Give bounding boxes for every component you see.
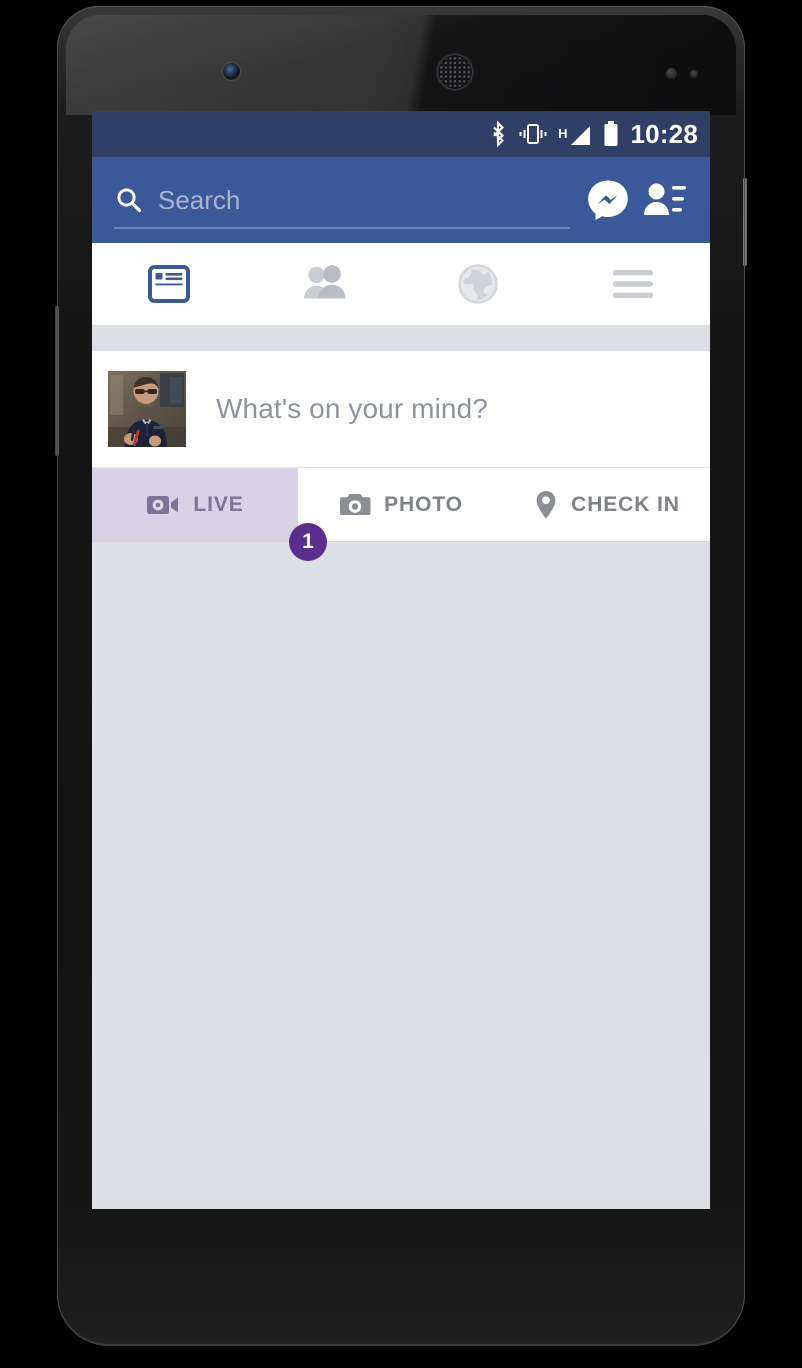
speaker-mesh xyxy=(439,56,471,88)
search-input[interactable] xyxy=(158,180,564,220)
sidebar-item-menu[interactable] xyxy=(556,243,711,325)
search-bar[interactable] xyxy=(114,171,570,229)
status-composer[interactable]: What's on your mind? xyxy=(92,351,710,468)
annotation-badge: 1 xyxy=(289,523,327,561)
check-in-button-label: CHECK IN xyxy=(571,492,680,516)
phone-top-glass-panel xyxy=(66,15,736,115)
photo-button-label: PHOTO xyxy=(384,492,463,516)
search-underline xyxy=(114,227,570,229)
composer-action-row: LIVE PHOTO CHECK IN 1 xyxy=(92,468,710,561)
search-icon xyxy=(114,185,144,215)
power-button[interactable] xyxy=(743,178,747,266)
video-camera-icon xyxy=(146,493,180,517)
news-feed-body xyxy=(92,542,710,1209)
navigation-tab-bar xyxy=(92,243,710,325)
volume-rocker-button[interactable] xyxy=(55,306,59,456)
light-sensor-icon xyxy=(690,70,698,78)
signal-icon: H xyxy=(558,120,592,149)
glass-sheen xyxy=(66,15,736,115)
check-in-button[interactable]: CHECK IN xyxy=(504,468,710,541)
camera-icon xyxy=(339,492,371,518)
facebook-toolbar xyxy=(92,157,710,243)
messenger-icon[interactable] xyxy=(580,172,636,228)
battery-icon xyxy=(602,120,620,148)
vibrate-icon xyxy=(517,122,549,146)
phone-device: H 10:28 Search What's on your mind? LIVE… xyxy=(55,6,747,1346)
status-bar: H 10:28 xyxy=(92,111,710,157)
globe-icon xyxy=(456,262,500,306)
live-button[interactable]: LIVE xyxy=(92,468,298,541)
friend-requests-icon[interactable] xyxy=(636,172,692,228)
location-pin-icon xyxy=(534,490,558,520)
section-gap xyxy=(92,325,710,351)
live-button-label: LIVE xyxy=(193,492,244,516)
sidebar-item-globe[interactable] xyxy=(401,243,556,325)
phone-screen: H 10:28 Search What's on your mind? LIVE… xyxy=(92,111,710,1209)
composer-placeholder-text: What's on your mind? xyxy=(216,393,488,424)
sidebar-item-friends[interactable] xyxy=(247,243,402,325)
avatar[interactable] xyxy=(108,371,186,447)
front-camera-icon xyxy=(223,63,240,80)
friends-icon xyxy=(300,264,348,304)
sidebar-item-news-feed[interactable] xyxy=(92,243,247,325)
proximity-sensor-icon xyxy=(666,68,677,79)
photo-button[interactable]: PHOTO xyxy=(298,468,504,541)
status-clock: 10:28 xyxy=(630,119,698,149)
bluetooth-icon xyxy=(488,120,508,148)
hamburger-menu-icon xyxy=(611,267,655,301)
news-feed-icon xyxy=(147,264,191,304)
earpiece-speaker-grille-icon xyxy=(437,54,473,90)
